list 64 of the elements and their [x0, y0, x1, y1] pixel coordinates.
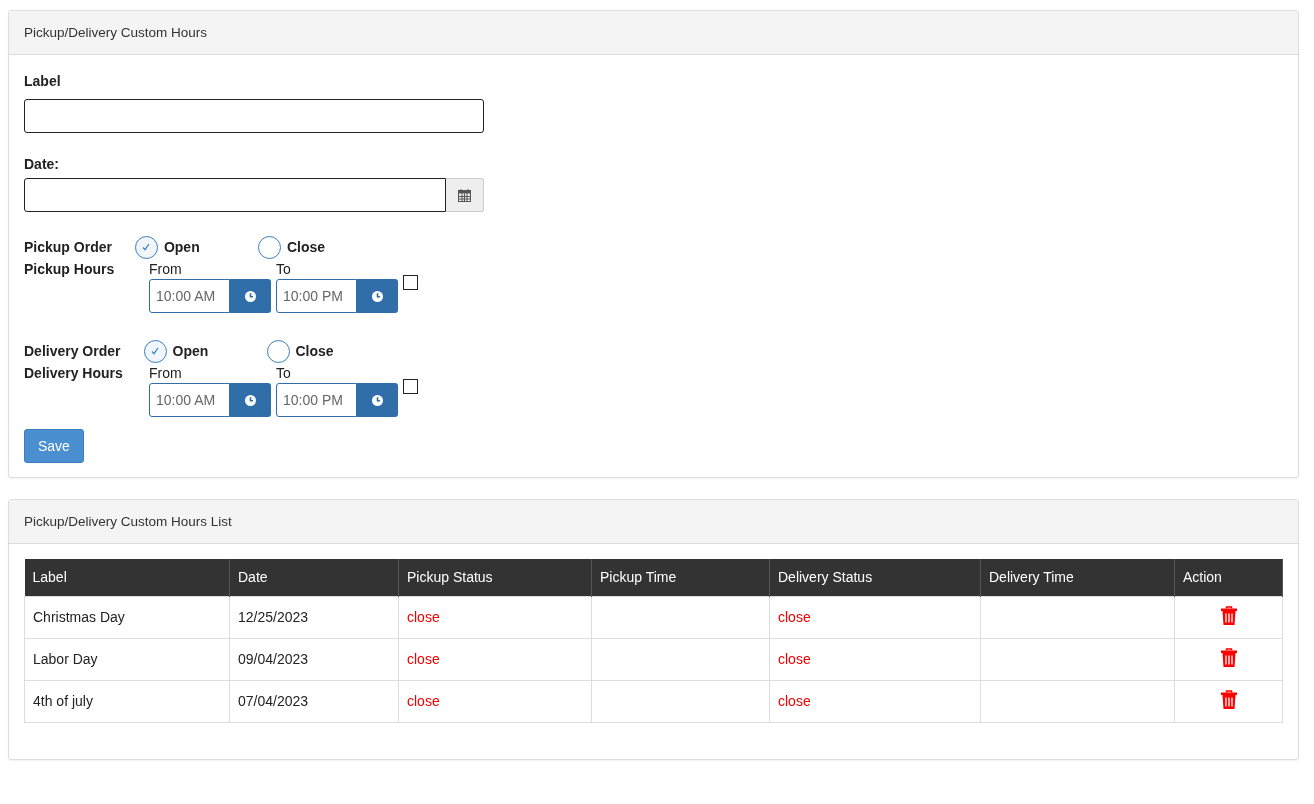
clock-icon — [244, 289, 257, 303]
check-icon — [141, 242, 152, 252]
column-header: Pickup Time — [591, 559, 770, 596]
clock-icon — [244, 393, 257, 407]
column-header: Label — [24, 559, 230, 596]
status-text: close — [407, 609, 440, 625]
column-header: Action — [1174, 559, 1283, 596]
time-input-field[interactable]: 10:00 AM — [149, 279, 230, 313]
status-text: close — [778, 693, 811, 709]
column-header: Delivery Status — [769, 559, 981, 596]
clock-button[interactable] — [357, 279, 398, 313]
checkbox[interactable] — [403, 275, 418, 290]
trash-icon — [1220, 648, 1237, 667]
status-text: close — [407, 693, 440, 709]
checkbox[interactable] — [403, 379, 418, 394]
from-label: From — [149, 365, 182, 382]
delete-button[interactable] — [1220, 606, 1237, 625]
order-label: Delivery Order — [24, 343, 121, 359]
field-label: Date: — [24, 156, 60, 174]
panel-title: Pickup/Delivery Custom Hours — [24, 25, 208, 40]
check-icon — [150, 346, 160, 356]
clock-icon — [371, 289, 384, 303]
time-input-field[interactable]: 10:00 AM — [149, 383, 230, 417]
trash-icon — [1220, 606, 1237, 625]
table-cell: Christmas Day — [33, 609, 125, 625]
table-cell: 07/04/2023 — [238, 693, 309, 709]
radio-label: Open — [172, 343, 209, 359]
radio-label: Close — [295, 343, 334, 359]
field-label: Label — [24, 73, 62, 91]
radio-label: Open — [163, 239, 200, 255]
delete-button[interactable] — [1220, 690, 1237, 709]
radio-button[interactable] — [134, 235, 158, 259]
calendar-button[interactable] — [446, 178, 484, 212]
hours-label: Delivery Hours — [24, 365, 124, 382]
clock-button[interactable] — [230, 279, 271, 313]
table-cell: 12/25/2023 — [238, 609, 309, 625]
clock-button[interactable] — [357, 383, 398, 417]
status-text: close — [778, 651, 811, 667]
to-label: To — [276, 365, 291, 382]
radio-button[interactable] — [143, 339, 167, 363]
time-input-field[interactable]: 10:00 PM — [276, 383, 357, 417]
delete-button[interactable] — [1220, 648, 1237, 667]
column-header: Delivery Time — [980, 559, 1175, 596]
label-input-field[interactable] — [24, 99, 484, 133]
status-text: close — [778, 609, 811, 625]
trash-icon — [1220, 690, 1237, 709]
clock-icon — [371, 393, 384, 407]
status-text: close — [407, 651, 440, 667]
time-input-field[interactable]: 10:00 PM — [276, 279, 357, 313]
radio-label: Close — [286, 239, 326, 255]
save-button[interactable]: Save — [24, 429, 84, 463]
table-cell: Labor Day — [33, 651, 98, 667]
panel-title: Pickup/Delivery Custom Hours List — [24, 514, 232, 529]
date-input-field[interactable] — [24, 178, 446, 212]
column-header: Date — [229, 559, 399, 596]
table-cell: 09/04/2023 — [238, 651, 309, 667]
order-label: Pickup Order — [24, 239, 112, 255]
from-label: From — [149, 261, 182, 278]
table-cell: 4th of july — [33, 693, 93, 709]
clock-button[interactable] — [230, 383, 271, 417]
to-label: To — [276, 261, 291, 278]
hours-label: Pickup Hours — [24, 261, 116, 278]
calendar-icon — [458, 188, 471, 202]
column-header: Pickup Status — [398, 559, 592, 596]
